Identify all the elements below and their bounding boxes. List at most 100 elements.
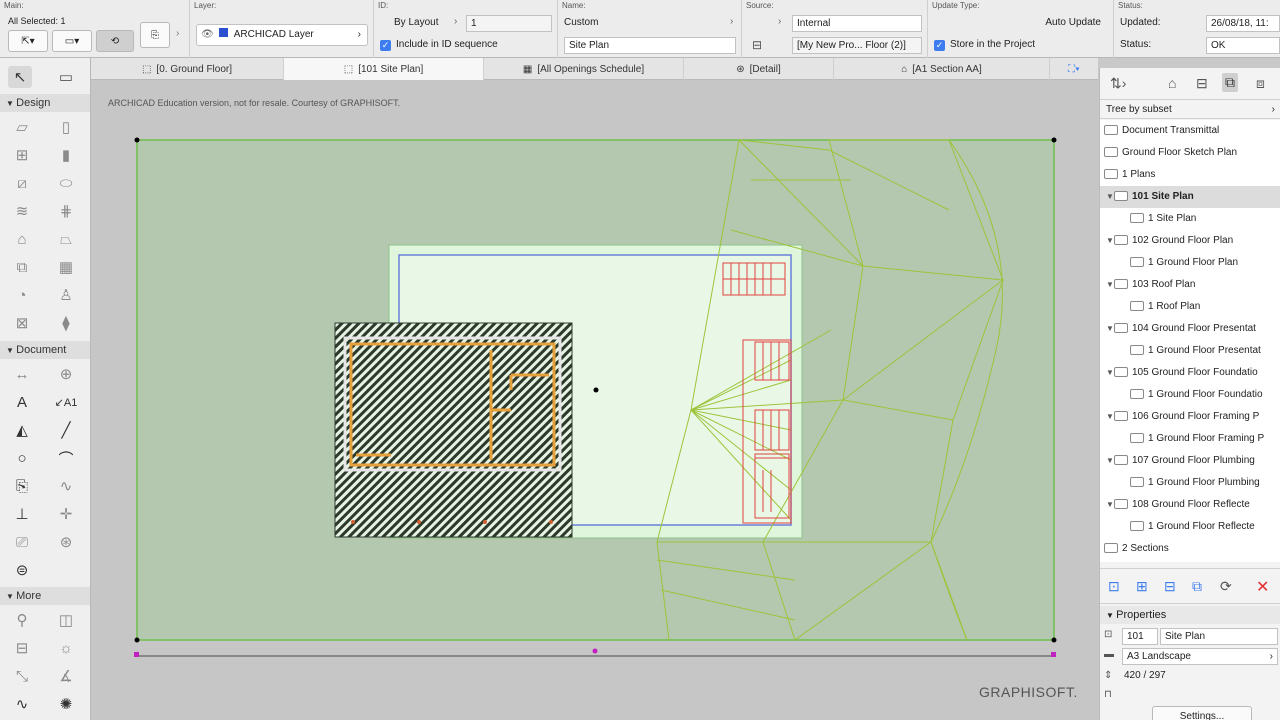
chevron-right-icon[interactable]: › [176,28,179,39]
new-layout-icon[interactable]: ⊡ [1108,578,1120,595]
store-project-checkbox[interactable]: ✓ [934,40,945,51]
tree-item[interactable]: ▼ 104 Ground Floor Presentat [1100,318,1280,340]
master-layout-select[interactable]: A3 Landscape › [1122,648,1278,665]
layout-canvas[interactable]: ARCHICAD Education version, not for resa… [91,80,1098,720]
worksheet-tool-icon[interactable]: ⊜ [10,559,34,581]
object-tool-icon[interactable]: ♙ [54,284,78,306]
tab-openings-schedule[interactable]: ▦ [All Openings Schedule] [484,58,684,80]
tree-item[interactable]: 1 Roof Plan [1100,296,1280,318]
drawing-anchor-point[interactable] [593,387,599,393]
update-icon[interactable]: ⟳ [1220,578,1232,595]
spline-tool-icon[interactable]: ∿ [54,475,78,497]
id-mode-select[interactable]: By Layout [394,17,438,28]
design-section-header[interactable]: ▼ Design [0,94,90,112]
new-subset-icon[interactable]: ⊞ [1136,578,1148,595]
hotspot-tool-icon[interactable]: ⊥ [10,503,34,525]
tree-item[interactable]: ▼ 107 Ground Floor Plumbing [1100,450,1280,472]
name-mode-select[interactable]: Custom [564,17,598,28]
publisher-sets-icon[interactable]: ⧈ [1256,75,1265,92]
delete-icon[interactable]: ✕ [1256,577,1269,597]
morph-tool-icon[interactable]: ◔ [10,284,34,306]
triangle-down-icon[interactable]: ▼ [1106,274,1114,296]
tab-site-plan[interactable]: ⬚ [101 Site Plan] [284,58,484,80]
document-section-header[interactable]: ▼ Document [0,341,90,359]
change-tool-icon[interactable]: ⎚ [10,531,34,553]
layout-book-icon[interactable]: ⧉ [1222,73,1238,92]
door-tool-icon[interactable]: ▯ [54,116,78,138]
triangle-down-icon[interactable]: ▼ [1106,230,1114,252]
level-dimension-tool-icon[interactable]: ⊕ [54,363,78,385]
tree-item[interactable]: 1 Site Plan [1100,208,1280,230]
wall-tool-icon[interactable]: ▱ [10,116,34,138]
tab-detail[interactable]: ⊛ [Detail] [684,58,834,80]
tab-overflow-button[interactable]: ⛶▾ [1050,58,1098,80]
mesh-tool-icon[interactable]: ⧫ [54,312,78,334]
new-master-icon[interactable]: ⊟ [1164,578,1176,595]
layout-id-field[interactable]: 101 [1122,628,1158,645]
sun-tool-icon[interactable]: ✺ [54,693,78,715]
triangle-down-icon[interactable]: ▼ [1106,494,1114,516]
arrow-tool-icon[interactable]: ↖ [8,66,32,88]
tree-item[interactable]: 1 Ground Floor Plan [1100,252,1280,274]
tree-item-selected[interactable]: ▼ 101 Site Plan [1100,186,1280,208]
angle-dimension-tool-icon[interactable]: ∡ [54,665,78,687]
project-map-icon[interactable]: ⌂ [1168,75,1176,91]
tree-mode-select[interactable]: Tree by subset › [1100,101,1280,119]
layout-name-field[interactable]: Site Plan [1160,628,1278,645]
tree-item[interactable]: 1 Ground Floor Reflecte [1100,516,1280,538]
beam-tool-icon[interactable]: ⧄ [10,172,34,194]
roof-tool-icon[interactable]: ⌂ [10,228,34,250]
select-mode-button[interactable]: ⇱▾ [8,30,48,52]
triangle-down-icon[interactable]: ▼ [1106,362,1114,384]
column-tool-icon[interactable]: ▮ [54,144,78,166]
rotate-button[interactable]: ⟲ [96,30,134,52]
drawing-frame-button[interactable]: ⎘ [140,22,170,48]
tree-item[interactable]: ▼ 106 Ground Floor Framing P [1100,406,1280,428]
include-id-checkbox[interactable]: ✓ [380,40,391,51]
view-map-icon[interactable]: ⊟ [752,38,762,52]
label-tool-icon[interactable]: ↙A1 [54,391,78,413]
id-input[interactable]: 1 [466,15,552,32]
skylight-tool-icon[interactable]: ⧉ [10,256,34,278]
railing-tool-icon[interactable]: ⋕ [54,200,78,222]
more-section-header[interactable]: ▼ More [0,587,90,605]
tree-item[interactable]: Document Transmittal [1100,120,1280,142]
section-tool-icon[interactable]: ⊛ [54,531,78,553]
settings-button[interactable]: Settings... [1152,706,1252,720]
line-tool-icon[interactable]: ╱ [54,419,78,441]
curtain-wall-tool-icon[interactable]: ▦ [54,256,78,278]
text-tool-icon[interactable]: A [10,391,34,413]
tree-item[interactable]: 1 Ground Floor Presentat [1100,340,1280,362]
layer-dropdown[interactable]: 👁 ARCHICAD Layer › [196,24,368,46]
tree-item[interactable]: 1 Ground Floor Foundatio [1100,384,1280,406]
view-map-icon[interactable]: ⊟ [1196,75,1208,92]
corner-window-tool-icon[interactable]: ⊟ [10,637,34,659]
freehand-tool-icon[interactable]: ∿ [10,693,34,715]
drawing-area[interactable] [91,80,1098,720]
zone-tool-icon[interactable]: ⊠ [10,312,34,334]
figure-tool-icon[interactable]: ✛ [54,503,78,525]
tab-section-aa[interactable]: ⌂ [A1 Section AA] [834,58,1050,80]
name-input[interactable]: Site Plan [564,37,736,54]
tree-item[interactable]: 1 Plans [1100,164,1280,186]
fill-tool-icon[interactable]: ◭ [10,419,34,441]
source-view-field[interactable]: [My New Pro... Floor (2)] [792,37,922,54]
triangle-down-icon[interactable]: ▼ [1106,186,1114,208]
wall-end-tool-icon[interactable]: ◫ [54,609,78,631]
arc-circle-tool-icon[interactable]: ○ [10,447,34,469]
triangle-down-icon[interactable]: ▼ [1106,406,1114,428]
dimension-tool-icon[interactable]: ↔ [10,363,34,385]
update-type-select[interactable]: Auto Update [1045,17,1101,28]
tab-ground-floor[interactable]: ⬚ [0. Ground Floor] [91,58,284,80]
triangle-down-icon[interactable]: ▼ [1106,450,1114,472]
tree-item[interactable]: Ground Floor Sketch Plan [1100,142,1280,164]
drawing-tool-icon[interactable]: ⎘ [10,475,34,497]
polyline-tool-icon[interactable]: ⌒ [54,447,78,469]
navigator-menu-icon[interactable]: ⇅› [1110,75,1126,92]
light-tool-icon[interactable]: ☼ [54,637,78,659]
slab-tool-icon[interactable]: ⬭ [54,172,78,194]
clone-icon[interactable]: ⧉ [1192,578,1202,595]
source-input[interactable]: Internal [792,15,922,32]
shell-tool-icon[interactable]: ⏢ [54,228,78,250]
frame-mode-button[interactable]: ▭▾ [52,30,92,52]
